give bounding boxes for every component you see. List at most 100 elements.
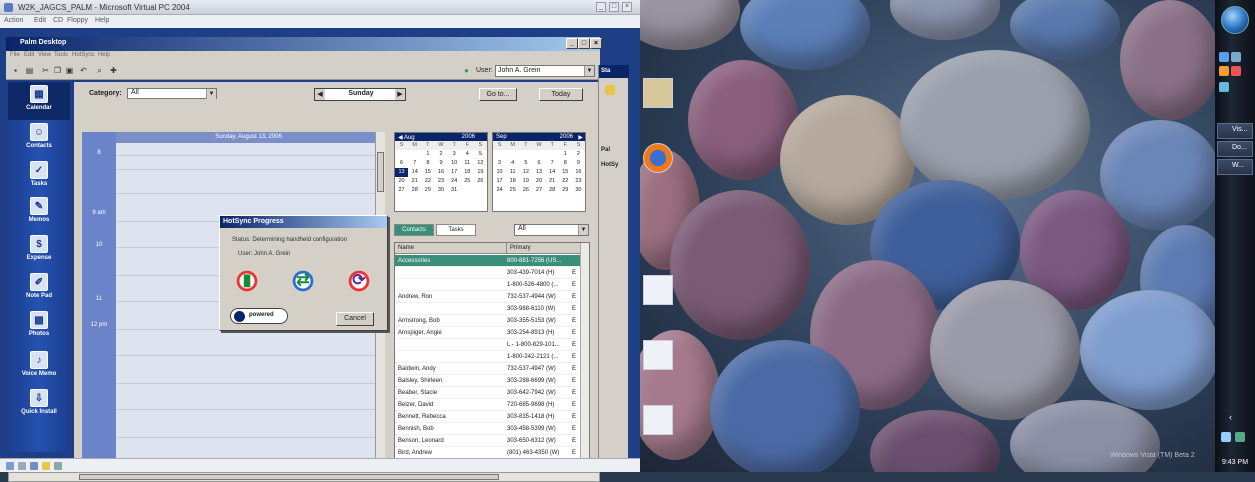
calendar-day[interactable]: 13 xyxy=(532,168,545,177)
document-shortcut-icon[interactable] xyxy=(643,340,673,370)
menu-cd[interactable]: CD xyxy=(53,17,63,24)
tray-expand-chevron-icon[interactable]: ‹ xyxy=(1229,412,1232,422)
contact-row[interactable]: Bennett, Rebecca 303-835-1418 (H) E xyxy=(395,411,581,423)
calendar-day[interactable]: 29 xyxy=(421,186,434,195)
side-item-palm[interactable]: Pal xyxy=(601,147,610,153)
calendar-day[interactable]: 21 xyxy=(546,177,559,186)
contact-row[interactable]: Armstrong, Bob 303-355-5153 (W) E xyxy=(395,315,581,327)
side-item-hotsync[interactable]: HotSy xyxy=(601,162,618,168)
quicklaunch-icon[interactable] xyxy=(1219,52,1229,62)
mini-calendar-september[interactable]: Sep 2006 ▶ S M T W T F S 1 2 3 4 5 6 7 8 9 10 11 12 13 14 15 1… xyxy=(492,132,586,212)
calendar-day[interactable]: 11 xyxy=(506,168,519,177)
today-button[interactable]: Today xyxy=(539,88,583,101)
calendar-day[interactable]: 6 xyxy=(532,159,545,168)
calendar-day[interactable]: 22 xyxy=(559,177,572,186)
calendar-day[interactable]: 20 xyxy=(532,177,545,186)
undo-icon[interactable]: ↶ xyxy=(78,65,89,76)
calendar-day[interactable]: 27 xyxy=(532,186,545,195)
print-icon[interactable]: ▤ xyxy=(24,65,35,76)
calendar-day[interactable]: 1 xyxy=(559,150,572,159)
quicklaunch-icon[interactable] xyxy=(1219,66,1229,76)
save-icon[interactable]: ▪ xyxy=(10,65,21,76)
calendar-day[interactable]: 10 xyxy=(448,159,461,168)
contacts-list-scrollbar[interactable] xyxy=(580,243,589,469)
menu-help[interactable]: Help xyxy=(95,17,109,24)
mini-calendar-august[interactable]: ◀ Aug 2006 S M T W T F S 1 2 3 4 5 6 7 8 9 10 11 12 13 14 15 1… xyxy=(394,132,488,212)
next-month-arrow-icon[interactable]: ▶ xyxy=(578,134,583,141)
new-item-icon[interactable]: ✚ xyxy=(108,65,119,76)
calendar-day[interactable]: 8 xyxy=(559,159,572,168)
taskbar-button-1[interactable]: Vis... xyxy=(1217,123,1253,139)
calendar-day[interactable]: 18 xyxy=(461,168,474,177)
contact-row[interactable]: 303-988-6110 (W) E xyxy=(395,303,581,315)
calendar-day[interactable]: 14 xyxy=(546,168,559,177)
palm-close-button[interactable]: × xyxy=(590,38,602,49)
palm-menu-file[interactable]: File xyxy=(10,52,20,58)
calendar-day[interactable]: 9 xyxy=(572,159,585,168)
calendar-day[interactable]: 7 xyxy=(408,159,421,168)
column-header-name[interactable]: Name xyxy=(395,243,507,254)
scrollbar-thumb[interactable] xyxy=(377,152,384,192)
launcher-tasks[interactable]: ✓ Tasks xyxy=(8,158,70,196)
calendar-day[interactable]: 19 xyxy=(474,168,487,177)
calendar-day[interactable]: 24 xyxy=(448,177,461,186)
firefox-icon[interactable] xyxy=(643,143,673,173)
clock[interactable]: 9:43 PM xyxy=(1215,459,1255,466)
calendar-day[interactable]: 3 xyxy=(493,159,506,168)
calendar-day[interactable]: 4 xyxy=(461,150,474,159)
launcher-contacts[interactable]: ☺ Contacts xyxy=(8,120,70,158)
launcher-voice-memo[interactable]: ♪ Voice Memo xyxy=(8,348,70,386)
contact-row[interactable]: L - 1-800-829-101... E xyxy=(395,339,581,351)
launcher-calendar[interactable]: ▦ Calendar xyxy=(8,82,70,120)
network-tray-icon[interactable] xyxy=(1235,432,1245,442)
quicklaunch-icon[interactable] xyxy=(1219,82,1229,92)
launcher-expense[interactable]: $ Expense xyxy=(8,232,70,270)
calendar-day[interactable]: 17 xyxy=(448,168,461,177)
volume-icon[interactable] xyxy=(1221,432,1231,442)
palm-menu-view[interactable]: View xyxy=(38,52,51,58)
contact-row[interactable]: Baldwin, Andy 732-537-4947 (W) E xyxy=(395,363,581,375)
close-button[interactable]: × xyxy=(622,2,632,12)
document-shortcut-icon[interactable] xyxy=(643,275,673,305)
launcher-note-pad[interactable]: ✐ Note Pad xyxy=(8,270,70,308)
palm-menu-tools[interactable]: Tools xyxy=(54,52,68,58)
contact-row[interactable]: Accessories 800-881-7256 (US... xyxy=(395,255,581,267)
contact-row[interactable]: 1-800-242-2121 (... E xyxy=(395,351,581,363)
calendar-day[interactable]: 28 xyxy=(408,186,421,195)
calendar-day[interactable]: 13 xyxy=(395,168,409,177)
tab-contacts[interactable]: Contacts xyxy=(394,224,434,236)
minimize-button[interactable]: _ xyxy=(596,2,606,12)
calendar-day[interactable]: 4 xyxy=(506,159,519,168)
quicklaunch-icon[interactable] xyxy=(1231,66,1241,76)
contact-row[interactable]: Benson, Leonard 303-650-6312 (W) E xyxy=(395,435,581,447)
calendar-day[interactable]: 26 xyxy=(474,177,487,186)
tab-tasks[interactable]: Tasks xyxy=(436,224,476,236)
calendar-day[interactable]: 25 xyxy=(461,177,474,186)
calendar-day[interactable]: 16 xyxy=(434,168,447,177)
contact-row[interactable]: 1-800-526-4800 (... E xyxy=(395,279,581,291)
launcher-memos[interactable]: ✎ Memos xyxy=(8,194,70,232)
calendar-day[interactable]: 30 xyxy=(434,186,447,195)
contact-row[interactable]: Belzer, David 720-685-9698 (H) E xyxy=(395,399,581,411)
calendar-day[interactable]: 24 xyxy=(493,186,506,195)
side-window-header[interactable]: Sta xyxy=(599,65,629,78)
contact-row[interactable]: Bennish, Bob 303-458-5399 (W) E xyxy=(395,423,581,435)
calendar-day[interactable]: 1 xyxy=(421,150,434,159)
taskbar-button-2[interactable]: Do... xyxy=(1217,141,1253,157)
paste-icon[interactable]: ▣ xyxy=(64,65,75,76)
calendar-day[interactable]: 2 xyxy=(434,150,447,159)
calendar-day[interactable]: 30 xyxy=(572,186,585,195)
palm-desktop-title-bar[interactable]: Palm Desktop _ □ × xyxy=(6,37,602,51)
document-shortcut-icon[interactable] xyxy=(643,405,673,435)
previous-day-arrow-icon[interactable]: ◀ xyxy=(315,89,325,100)
scrollbar-thumb[interactable] xyxy=(79,474,499,480)
calendar-day[interactable]: 27 xyxy=(395,186,408,195)
calendar-day[interactable]: 8 xyxy=(421,159,434,168)
calendar-day[interactable]: 12 xyxy=(474,159,487,168)
launcher-photos[interactable]: ▩ Photos xyxy=(8,308,70,346)
quicklaunch-icon[interactable] xyxy=(1231,52,1241,62)
next-day-arrow-icon[interactable]: ▶ xyxy=(395,89,405,100)
taskbar-button-3[interactable]: W... xyxy=(1217,159,1253,175)
palm-menu-hotsync[interactable]: HotSync xyxy=(72,52,95,58)
copy-icon[interactable]: ❐ xyxy=(52,65,63,76)
